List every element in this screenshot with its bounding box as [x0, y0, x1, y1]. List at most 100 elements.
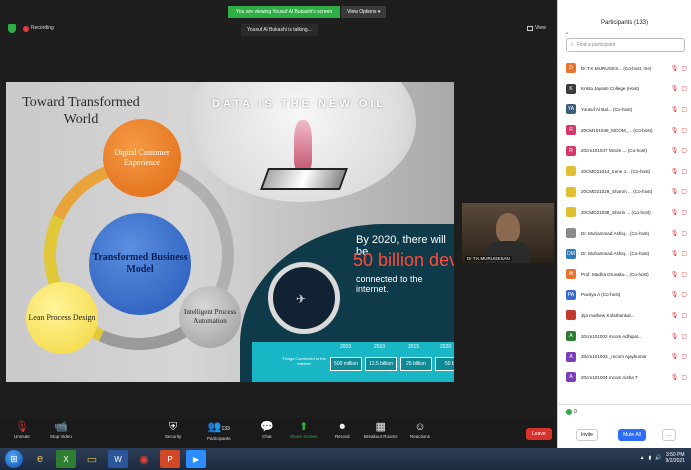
view-options-button[interactable]: View Options ▾ [340, 6, 387, 18]
tray-arrow-icon[interactable]: ▲ [640, 455, 645, 461]
folder-icon[interactable]: ▭ [82, 450, 102, 468]
mic-off-icon[interactable]: 🎙 [671, 127, 679, 134]
system-tray: ▲ ▮ 🔊 3:50 PM 9/2/2021 [640, 452, 685, 464]
participants-panel: ⌄ Participants (133) ⌕ Find a participan… [557, 0, 691, 448]
video-off-icon[interactable]: ▢ [681, 271, 687, 278]
search-icon: ⌕ [571, 42, 574, 48]
unmute-button[interactable]: 🎙 Unmute [14, 421, 30, 439]
stop-video-button[interactable]: 📹 Stop Video [50, 421, 72, 439]
participant-row[interactable]: A 20cm101004 mcom Aisha T 🎙 ▢ [558, 367, 691, 388]
mic-off-icon[interactable]: 🎙 [671, 291, 679, 298]
speaker-video-tile[interactable]: Dr.T.K.MURUGESAN [462, 203, 554, 263]
video-off-icon[interactable]: ▢ [681, 147, 687, 154]
zoom-icon[interactable]: ▶ [186, 450, 206, 468]
participants-footer: 0 Invite Mute All ... [558, 404, 691, 448]
video-off-icon[interactable]: ▢ [681, 127, 687, 134]
participant-row[interactable]: R 20CM101048_MCOM_... (Co-host) 🎙 ▢ [558, 120, 691, 141]
intelligent-process-automation-circle: Intelligent Process Automation [179, 286, 241, 348]
participant-list: D Dr.T.K.MURUGES... (Co-host, me) 🎙 ▢ K Krist… [558, 58, 691, 388]
timeline-value: 50 bil [435, 357, 454, 371]
participant-avatar: PA [566, 289, 576, 300]
start-button[interactable]: ⊞ [5, 450, 23, 468]
mute-all-button[interactable]: Mute All [618, 429, 646, 441]
footer-status: 0 [566, 409, 577, 415]
video-off-icon[interactable]: ▢ [681, 85, 687, 92]
word-icon[interactable]: W [108, 450, 128, 468]
mic-off-icon[interactable]: 🎙 [671, 168, 679, 175]
mic-off-icon[interactable]: 🎙 [671, 106, 679, 113]
chat-button[interactable]: 💬 Chat [260, 421, 274, 439]
security-button[interactable]: ⛨ Security [165, 421, 181, 439]
invite-button[interactable]: Invite [576, 429, 598, 441]
video-off-icon[interactable]: ▢ [681, 168, 687, 175]
internet-explorer-icon[interactable]: e [30, 450, 50, 468]
participant-row[interactable]: M Prof. Madha Druvaku... (Co-host) 🎙 ▢ [558, 264, 691, 285]
video-off-icon[interactable]: ▢ [681, 291, 687, 298]
participant-row[interactable]: DM Dr. Muhammad Ashiq... (Co-host) 🎙 ▢ [558, 243, 691, 264]
participant-status-icons: 🎙 ▢ [671, 374, 687, 381]
security-label: Security [165, 434, 182, 439]
video-off-icon[interactable]: ▢ [681, 209, 687, 216]
video-off-icon[interactable]: ▢ [681, 250, 687, 257]
video-off-icon[interactable]: ▢ [681, 65, 687, 72]
video-off-icon[interactable]: ▢ [681, 312, 687, 319]
clock[interactable]: 3:50 PM 9/2/2021 [666, 452, 685, 464]
share-screen-label: Share Screen [290, 434, 318, 439]
chrome-icon[interactable]: ◉ [134, 450, 154, 468]
network-icon[interactable]: ▮ [649, 455, 652, 461]
participant-row[interactable]: PA Pavitya A (Co-host) 🎙 ▢ [558, 285, 691, 306]
participant-row[interactable]: 20CMD21014_Irene J... (Co-host) 🎙 ▢ [558, 161, 691, 182]
mic-off-icon[interactable]: 🎙 [671, 85, 679, 92]
participant-row[interactable]: 20CMD21038_Sherin ... (Co-host) 🎙 ▢ [558, 202, 691, 223]
find-participant-input[interactable]: ⌕ Find a participant [566, 38, 685, 52]
participant-name: Yousuf Al Bal... (Co-host) [581, 106, 633, 112]
participant-name: 20cm101004 mcom Aisha T [581, 374, 638, 380]
participant-row[interactable]: R 20cm101047 Mcom ... (Co-host) 🎙 ▢ [558, 140, 691, 161]
more-options-button[interactable]: ... [662, 429, 676, 441]
oil-plate-image [259, 168, 349, 190]
record-button[interactable]: ⏺ Record [335, 421, 350, 439]
leave-button[interactable]: Leave [526, 428, 552, 440]
screen: You are viewing Yousuf Al Bukashi's scre… [0, 0, 691, 470]
chevron-down-icon[interactable]: ⌄ [564, 28, 570, 36]
mic-off-icon[interactable]: 🎙 [671, 374, 679, 381]
mic-off-icon[interactable]: 🎙 [671, 188, 679, 195]
video-off-icon[interactable]: ▢ [681, 230, 687, 237]
mic-off-icon[interactable]: 🎙 [671, 353, 679, 360]
view-button[interactable]: View [527, 25, 546, 31]
meeting-toolbar: 🎙 Unmute 📹 Stop Video ⛨ Security 👥133 Pa… [0, 418, 557, 448]
breakout-rooms-button[interactable]: ▦ Breakout Rooms [364, 421, 398, 439]
reactions-button[interactable]: ☺ Reactions [410, 421, 430, 439]
mic-off-icon[interactable]: 🎙 [671, 250, 679, 257]
timeline-value: 500 million [330, 357, 362, 371]
excel-icon[interactable]: X [56, 450, 76, 468]
recording-label: Recording [31, 25, 54, 31]
mic-off-icon[interactable]: 🎙 [671, 271, 679, 278]
video-off-icon[interactable]: ▢ [681, 333, 687, 340]
participants-button[interactable]: 👥133 Participants [207, 421, 231, 441]
participant-row[interactable]: 20CMD21029_Sharon ... (Co-host) 🎙 ▢ [558, 182, 691, 203]
volume-icon[interactable]: 🔊 [655, 455, 661, 461]
mic-off-icon[interactable]: 🎙 [671, 147, 679, 154]
mic-off-icon[interactable]: 🎙 [671, 209, 679, 216]
participant-row[interactable]: YA Yousuf Al Bal... (Co-host) 🎙 ▢ [558, 99, 691, 120]
participant-row[interactable]: A 20cm101003 _mcom Ajaykumar 🎙 ▢ [558, 346, 691, 367]
participant-row[interactable]: Jija mathew Kolathankal... 🎙 ▢ [558, 305, 691, 326]
participant-row[interactable]: Dr. Muhammad Ashiq... (Co-host) 🎙 ▢ [558, 223, 691, 244]
encryption-shield-icon[interactable] [8, 24, 16, 33]
transformed-business-model-circle: Transformed Business Model [89, 213, 191, 315]
participant-row[interactable]: A 20cm101002 mcom Adhipat... 🎙 ▢ [558, 326, 691, 347]
mic-off-icon[interactable]: 🎙 [671, 312, 679, 319]
viewing-banner: You are viewing Yousuf Al Bukashi's scre… [228, 6, 387, 18]
share-screen-button[interactable]: ⬆ Share Screen [290, 421, 318, 439]
powerpoint-icon[interactable]: P [160, 450, 180, 468]
participant-row[interactable]: D Dr.T.K.MURUGES... (Co-host, me) 🎙 ▢ [558, 58, 691, 79]
mic-off-icon[interactable]: 🎙 [671, 65, 679, 72]
mic-off-icon[interactable]: 🎙 [671, 333, 679, 340]
mic-off-icon[interactable]: 🎙 [671, 230, 679, 237]
video-off-icon[interactable]: ▢ [681, 374, 687, 381]
video-off-icon[interactable]: ▢ [681, 188, 687, 195]
video-off-icon[interactable]: ▢ [681, 353, 687, 360]
participant-row[interactable]: K Krista Jayanti College (Host) 🎙 ▢ [558, 79, 691, 100]
video-off-icon[interactable]: ▢ [681, 106, 687, 113]
